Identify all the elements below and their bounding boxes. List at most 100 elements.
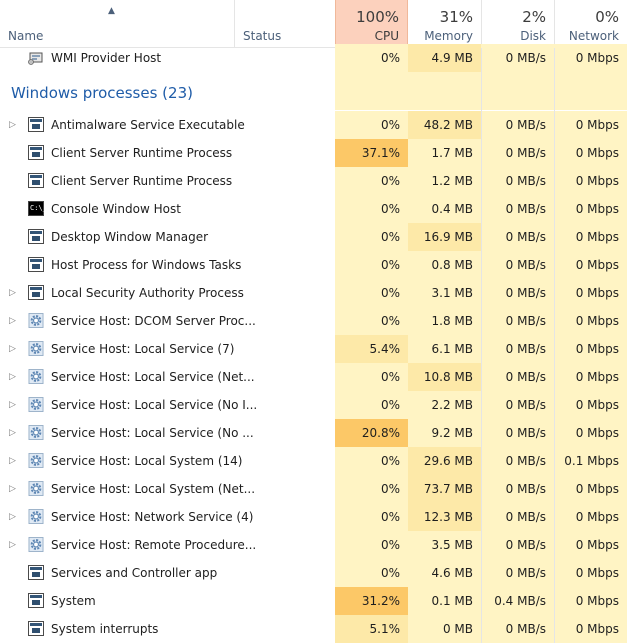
- cpu-value: 0%: [335, 251, 408, 279]
- cpu-value: 0%: [335, 447, 408, 475]
- disk-value: 0 MB/s: [481, 503, 554, 531]
- process-name: Antimalware Service Executable: [51, 118, 245, 132]
- disk-value: 0 MB/s: [481, 44, 554, 72]
- cpu-value: 0%: [335, 475, 408, 503]
- process-name: Service Host: Local System (Net...: [51, 482, 256, 496]
- cpu-value: 0%: [335, 111, 408, 139]
- gear-icon: [28, 369, 44, 384]
- cpu-value: 0%: [335, 223, 408, 251]
- expand-chevron-icon[interactable]: ▷: [9, 503, 16, 531]
- process-name: Console Window Host: [51, 202, 181, 216]
- process-row[interactable]: ▷ Service Host: Remote Procedure... 0% 3.5 …: [0, 531, 627, 559]
- expand-chevron-icon[interactable]: ▷: [9, 419, 16, 447]
- cpu-value: 31.2%: [335, 587, 408, 615]
- process-row[interactable]: ▷ Service Host: Network Service (4) 0% 12.3…: [0, 503, 627, 531]
- window-icon: [28, 229, 44, 244]
- expand-chevron-icon[interactable]: ▷: [9, 475, 16, 503]
- process-row[interactable]: ▷ Service Host: Local Service (Net... 0% 10…: [0, 363, 627, 391]
- disk-total-percent: 2%: [522, 8, 546, 26]
- process-row[interactable]: System 31.2% 0.1 MB 0.4 MB/s 0 Mbps: [0, 587, 627, 615]
- expand-chevron-icon[interactable]: ▷: [9, 111, 16, 139]
- cpu-value: 5.4%: [335, 335, 408, 363]
- disk-value: 0 MB/s: [481, 195, 554, 223]
- process-row[interactable]: Desktop Window Manager 0% 16.9 MB 0 MB/s 0 M…: [0, 223, 627, 251]
- cpu-value: 0%: [335, 391, 408, 419]
- memory-value: 48.2 MB: [408, 111, 481, 139]
- memory-value: 2.2 MB: [408, 391, 481, 419]
- disk-value: 0 MB/s: [481, 139, 554, 167]
- expand-chevron-icon[interactable]: ▷: [9, 335, 16, 363]
- expand-chevron-icon[interactable]: ▷: [9, 363, 16, 391]
- gear-icon: [28, 397, 44, 412]
- network-value: 0 Mbps: [554, 419, 627, 447]
- expand-chevron-icon[interactable]: ▷: [9, 307, 16, 335]
- disk-value: 0 MB/s: [481, 307, 554, 335]
- process-name: Service Host: Network Service (4): [51, 510, 254, 524]
- cpu-value: 0%: [335, 167, 408, 195]
- process-row[interactable]: ▷ Service Host: Local Service (No ... 20.8…: [0, 419, 627, 447]
- memory-value: 6.1 MB: [408, 335, 481, 363]
- process-name: System: [51, 594, 96, 608]
- memory-column-header[interactable]: 31% Memory: [408, 0, 481, 48]
- network-value: 0 Mbps: [554, 559, 627, 587]
- network-column-separator: [554, 48, 555, 643]
- cpu-value: 37.1%: [335, 139, 408, 167]
- disk-column-header[interactable]: 2% Disk: [481, 0, 554, 48]
- network-value: 0 Mbps: [554, 615, 627, 643]
- process-row[interactable]: ▷ Service Host: Local System (Net... 0% 73.…: [0, 475, 627, 503]
- cpu-value: 0%: [335, 307, 408, 335]
- expand-chevron-icon[interactable]: ▷: [9, 447, 16, 475]
- process-name: Desktop Window Manager: [51, 230, 209, 244]
- process-row[interactable]: ▷ Antimalware Service Executable 0% 48.2 MB…: [0, 111, 627, 139]
- process-name: System interrupts: [51, 622, 159, 636]
- network-value: 0 Mbps: [554, 335, 627, 363]
- gear-icon: [28, 313, 44, 328]
- network-value: 0 Mbps: [554, 475, 627, 503]
- gear-icon: [28, 509, 44, 524]
- process-row[interactable]: Services and Controller app 0% 4.6 MB 0 MB/…: [0, 559, 627, 587]
- expand-chevron-icon[interactable]: ▷: [9, 279, 16, 307]
- group-title-windows-processes[interactable]: Windows processes (23): [11, 84, 193, 102]
- cpu-value: 0%: [335, 363, 408, 391]
- process-name: Services and Controller app: [51, 566, 218, 580]
- process-row[interactable]: System interrupts 5.1% 0 MB 0 MB/s 0 Mbps: [0, 615, 627, 643]
- process-row-wmi-provider-host[interactable]: WMI Provider Host 0% 4.9 MB 0 MB/s 0 Mbp…: [0, 44, 627, 72]
- process-row[interactable]: ▷ Service Host: Local System (14) 0% 29.6 M…: [0, 447, 627, 475]
- expand-chevron-icon[interactable]: ▷: [9, 391, 16, 419]
- network-value: 0 Mbps: [554, 139, 627, 167]
- process-name: WMI Provider Host: [51, 51, 162, 65]
- cpu-column-header[interactable]: 100% CPU: [335, 0, 408, 48]
- cpu-value: 0%: [335, 503, 408, 531]
- process-row[interactable]: ▷ Service Host: Local Service (7) 5.4% 6.1 …: [0, 335, 627, 363]
- process-name: Service Host: Local Service (No I...: [51, 398, 258, 412]
- status-column-header[interactable]: Status: [234, 0, 335, 48]
- network-column-header[interactable]: 0% Network: [554, 0, 627, 48]
- gear-icon: [28, 453, 44, 468]
- window-icon: [28, 173, 44, 188]
- cpu-value: 5.1%: [335, 615, 408, 643]
- memory-value: 0.1 MB: [408, 587, 481, 615]
- network-value: 0 Mbps: [554, 503, 627, 531]
- process-row[interactable]: ▷ Service Host: DCOM Server Proc... 0% 1.8 …: [0, 307, 627, 335]
- process-name: Service Host: DCOM Server Proc...: [51, 314, 256, 328]
- cpu-value: 0%: [335, 44, 408, 72]
- network-value: 0 Mbps: [554, 44, 627, 72]
- process-row[interactable]: Client Server Runtime Process 0% 1.2 MB 0 M…: [0, 167, 627, 195]
- process-name: Service Host: Local Service (Net...: [51, 370, 255, 384]
- process-name: Service Host: Local Service (7): [51, 342, 235, 356]
- process-row[interactable]: ▷ Local Security Authority Process 0% 3.1 M…: [0, 279, 627, 307]
- window-icon: [28, 621, 44, 636]
- network-value: 0 Mbps: [554, 195, 627, 223]
- name-column-label: Name: [8, 29, 44, 43]
- expand-chevron-icon[interactable]: ▷: [9, 531, 16, 559]
- console-icon: C:\_: [28, 201, 47, 216]
- process-row[interactable]: Client Server Runtime Process 37.1% 1.7 MB…: [0, 139, 627, 167]
- process-row[interactable]: C:\_ Console Window Host 0% 0.4 MB 0 MB/s 0 M…: [0, 195, 627, 223]
- process-name: Local Security Authority Process: [51, 286, 244, 300]
- process-name: Client Server Runtime Process: [51, 146, 233, 160]
- process-row[interactable]: ▷ Service Host: Local Service (No I... 0% 2…: [0, 391, 627, 419]
- memory-value: 1.7 MB: [408, 139, 481, 167]
- memory-value: 3.1 MB: [408, 279, 481, 307]
- process-row[interactable]: Host Process for Windows Tasks 0% 0.8 MB 0 …: [0, 251, 627, 279]
- name-column-header[interactable]: Name: [0, 0, 234, 48]
